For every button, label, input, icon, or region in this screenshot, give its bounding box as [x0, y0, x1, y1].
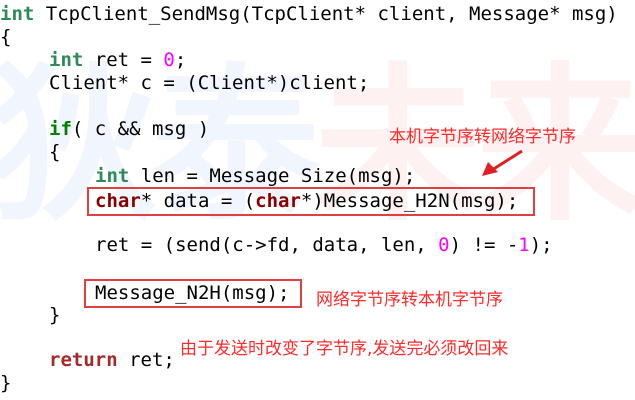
highlight-box-h2n — [87, 187, 535, 216]
code-line-7: int len = Message Size(msg); — [95, 165, 416, 187]
code-line-12: return ret; — [49, 349, 175, 371]
annotation-arrow-icon — [482, 149, 523, 176]
code-line-9: ret = (send(c->fd, data, len, 0) != -1); — [95, 234, 553, 256]
code-line-6: { — [49, 141, 61, 163]
annotation-n2h: 网络字节序转本机字节序 — [316, 290, 503, 310]
code-line-5: if( c && msg ) — [49, 118, 210, 140]
code-line-3: int ret = 0; — [49, 49, 187, 71]
highlight-box-n2h — [84, 279, 302, 308]
code-line-4: Client* c = (Client*)client; — [49, 72, 370, 94]
code-line-1: int TcpClient_SendMsg(TcpClient* client,… — [0, 3, 618, 25]
annotation-restore: 由于发送时改变了字节序,发送完必须改回来 — [180, 339, 509, 359]
annotation-h2n: 本机字节序转网络字节序 — [389, 127, 576, 147]
code-line-2: { — [0, 26, 12, 48]
code-line-11: } — [49, 304, 61, 326]
code-line-13: } — [0, 372, 12, 394]
